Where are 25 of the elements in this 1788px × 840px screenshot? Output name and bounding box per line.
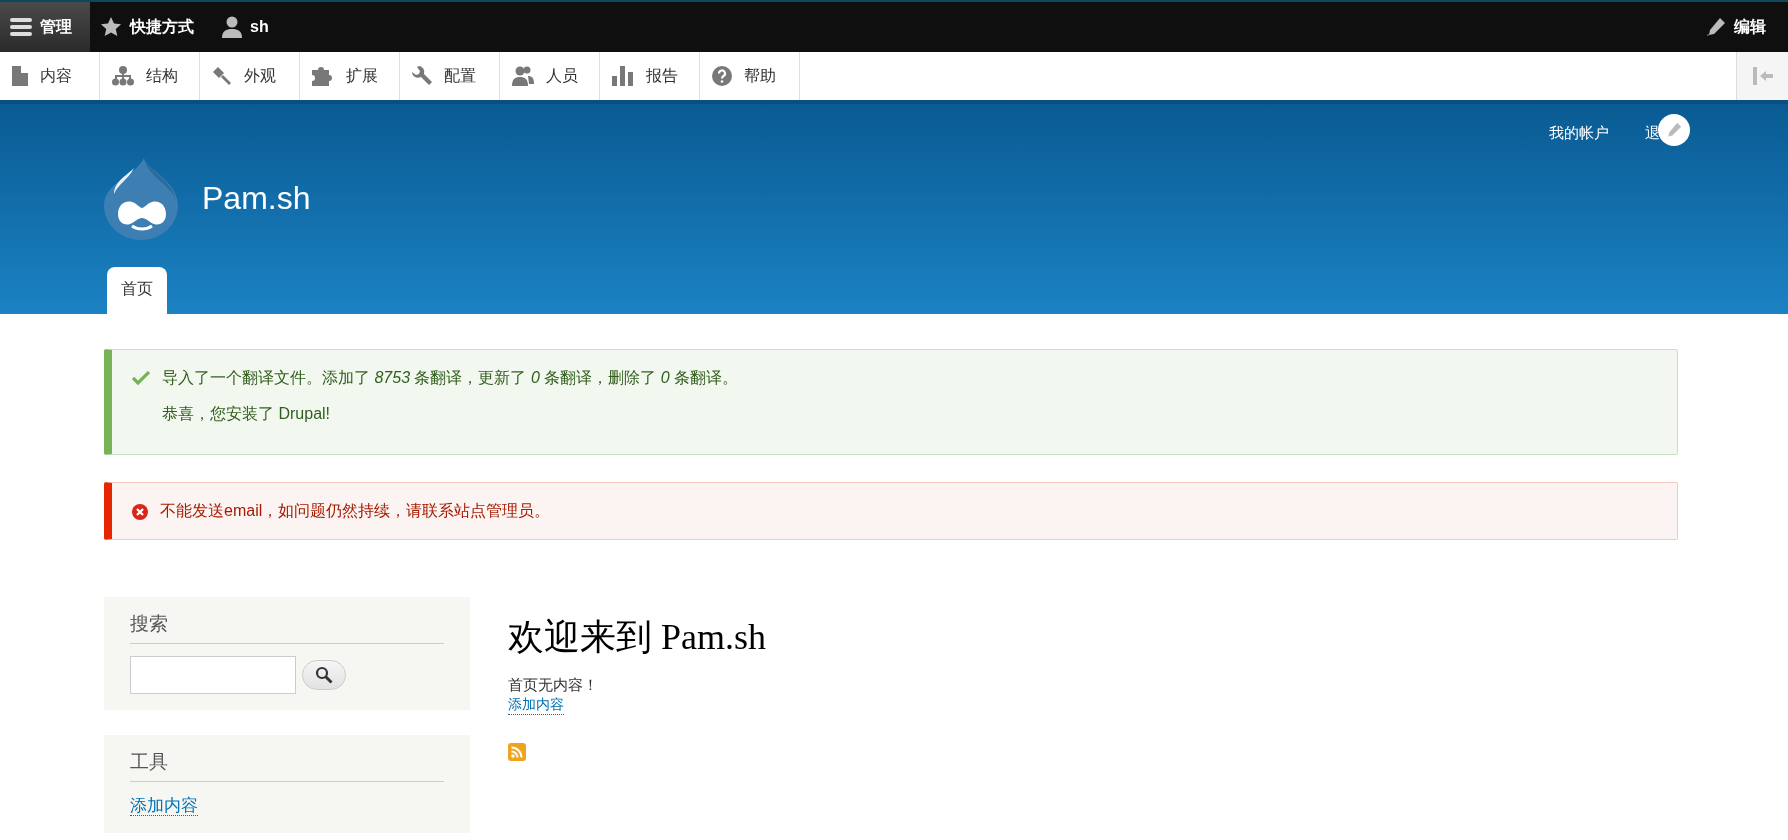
admin-menu-item[interactable]: 人员 xyxy=(500,52,600,100)
toolbar-tab[interactable]: 快捷方式 xyxy=(90,2,212,52)
edit-button[interactable]: 编辑 xyxy=(1696,2,1788,52)
admin-menu-item[interactable]: 结构 xyxy=(100,52,200,100)
account-link[interactable]: 退 xyxy=(1645,123,1660,143)
admin-menu-item[interactable]: 帮助 xyxy=(700,52,800,100)
site-name[interactable]: Pam.sh xyxy=(202,179,311,217)
nav-tab[interactable]: 首页 xyxy=(107,267,167,314)
message-text: 不能发送email，如问题仍然持续，请联系站点管理员。 xyxy=(160,501,551,521)
account-link[interactable]: 我的帐户 xyxy=(1549,123,1609,143)
admin-menu-item[interactable]: 报告 xyxy=(600,52,700,100)
message-text: 恭喜，您安装了 Drupal! xyxy=(162,404,332,424)
page-title: 欢迎来到 Pam.sh xyxy=(508,616,766,659)
admin-menu-item[interactable]: 扩展 xyxy=(300,52,400,100)
admin-menu-item[interactable]: 外观 xyxy=(200,52,300,100)
toolbar-tab[interactable]: sh xyxy=(212,2,287,52)
empty-text: 首页无内容！ xyxy=(508,676,599,695)
block-title: 搜索 xyxy=(130,611,444,644)
block-title: 工具 xyxy=(130,749,444,782)
add-content-link[interactable]: 添加内容 xyxy=(508,696,564,715)
admin-menu-item[interactable]: 内容 xyxy=(0,52,100,100)
message-text: 导入了一个翻译文件。添加了 8753 条翻译，更新了 0 条翻译，删除了 0 条翻译。 xyxy=(162,368,739,388)
tool-link[interactable]: 添加内容 xyxy=(130,796,198,816)
toolbar-tab[interactable]: 管理 xyxy=(0,2,90,52)
admin-menu-item[interactable]: 配置 xyxy=(400,52,500,100)
